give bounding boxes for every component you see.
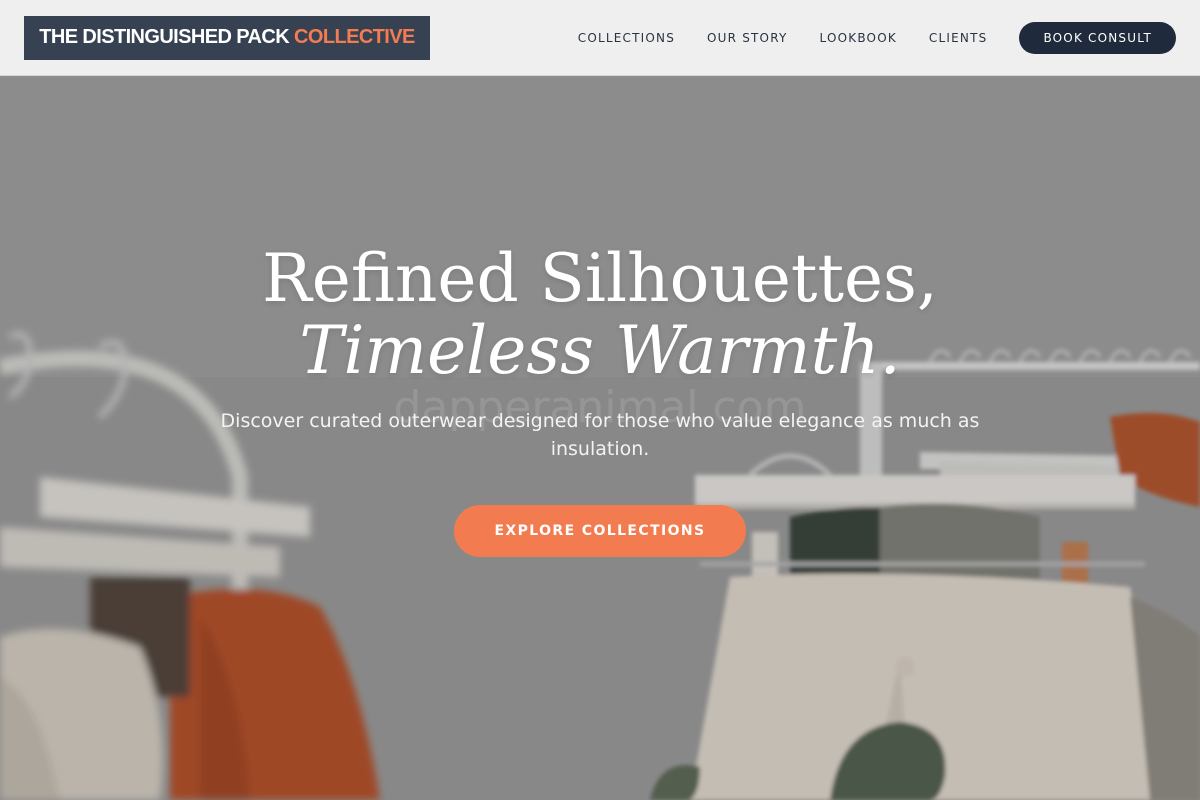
nav-link-collections[interactable]: COLLECTIONS [578,31,675,45]
brand-logo[interactable]: THE DISTINGUISHED PACK COLLECTIVE [24,15,430,60]
book-consult-button[interactable]: BOOK CONSULT [1019,21,1176,54]
hero-content: Refined Silhouettes, Timeless Warmth. Di… [0,77,1200,800]
nav-link-clients[interactable]: CLIENTS [929,31,988,45]
site-header: THE DISTINGUISHED PACK COLLECTIVE COLLEC… [0,0,1200,76]
hero-section: dapperanimal.com Refined Silhouettes, Ti… [0,77,1200,800]
nav-link-our-story[interactable]: OUR STORY [707,31,787,45]
logo-main-text: THE DISTINGUISHED PACK [39,26,290,48]
hero-subtext: Discover curated outerwear designed for … [220,410,980,460]
logo-accent-text: COLLECTIVE [294,26,415,48]
hero-headline: Refined Silhouettes, Timeless Warmth. [262,243,938,387]
nav-link-lookbook[interactable]: LOOKBOOK [820,31,897,45]
hero-headline-line2: Timeless Warmth. [299,312,901,389]
explore-collections-button[interactable]: EXPLORE COLLECTIONS [454,505,746,557]
main-nav: COLLECTIONS OUR STORY LOOKBOOK CLIENTS B… [578,21,1176,54]
hero-headline-line1: Refined Silhouettes, [262,240,938,317]
